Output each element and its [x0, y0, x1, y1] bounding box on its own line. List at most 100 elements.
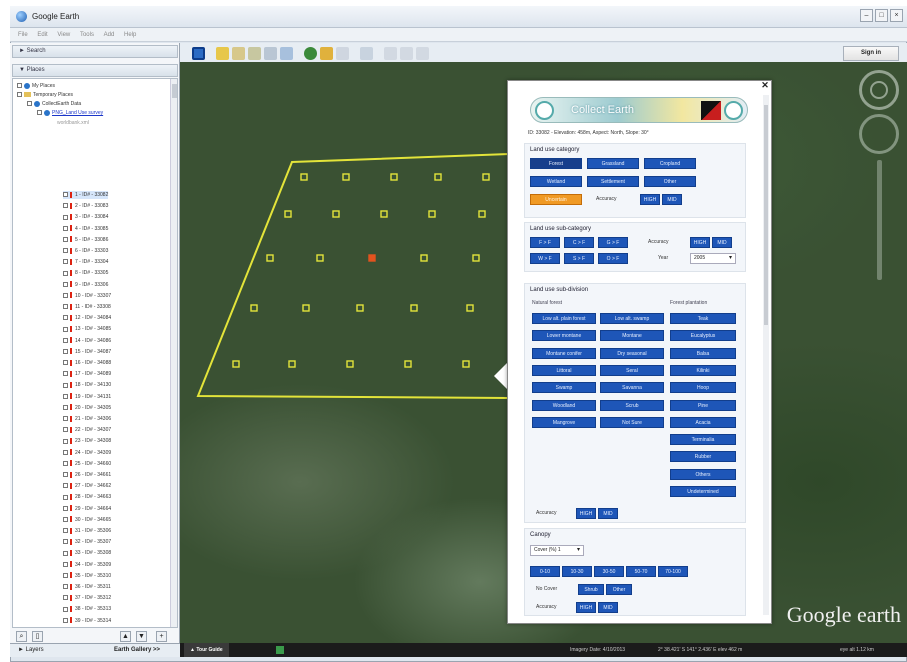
checkbox-icon[interactable] — [63, 539, 68, 545]
checkbox-icon[interactable] — [63, 483, 68, 489]
canopy-accuracy-high[interactable]: HIGH — [576, 602, 596, 613]
plot-list-item[interactable]: 6 - ID# - 33303 — [63, 247, 108, 255]
natural-forest-button[interactable]: Woodland — [532, 399, 596, 411]
view-in-maps-icon[interactable] — [416, 47, 429, 60]
forest-plantation-button[interactable]: Balsa — [670, 347, 736, 359]
canopy-other-button[interactable]: Other — [606, 584, 632, 595]
planets-icon[interactable] — [336, 47, 349, 60]
plot-list-item[interactable]: 13 - ID# - 34085 — [63, 325, 111, 333]
sample-point[interactable] — [368, 254, 376, 262]
natural-forest-button[interactable]: Mangrove — [532, 416, 596, 428]
sample-point[interactable] — [482, 173, 490, 181]
checkbox-icon[interactable] — [63, 304, 68, 310]
plot-list-item[interactable]: 27 - ID# - 34662 — [63, 482, 111, 490]
add-folder-icon[interactable]: + — [156, 631, 167, 642]
subcategory-wf-button[interactable]: W > F — [530, 253, 560, 264]
canopy-shrub-button[interactable]: Shrub — [578, 584, 604, 595]
checkbox-icon[interactable] — [63, 606, 68, 612]
checkbox-icon[interactable] — [63, 225, 68, 231]
checkbox-icon[interactable] — [17, 83, 22, 89]
checkbox-icon[interactable] — [63, 281, 68, 287]
plot-list-item[interactable]: 34 - ID# - 35309 — [63, 561, 111, 569]
checkbox-icon[interactable] — [63, 449, 68, 455]
checkbox-icon[interactable] — [63, 404, 68, 410]
sample-point[interactable] — [316, 254, 324, 262]
forest-plantation-button[interactable]: Rubber — [670, 451, 736, 463]
plot-list-item[interactable]: 3 - ID# - 33084 — [63, 213, 108, 221]
subdivision-accuracy-high[interactable]: HIGH — [576, 508, 596, 519]
category-forest-button[interactable]: Forest — [530, 158, 582, 169]
natural-forest-button[interactable]: Scrub — [600, 399, 664, 411]
plot-list-item[interactable]: 8 - ID# - 33305 — [63, 269, 108, 277]
plot-list-item[interactable]: 29 - ID# - 34664 — [63, 505, 111, 513]
plot-list-item[interactable]: 1 - ID# - 33082 — [63, 191, 109, 199]
hide-sidebar-icon[interactable] — [192, 47, 205, 60]
sample-point[interactable] — [302, 304, 310, 312]
plot-list-item[interactable]: 24 - ID# - 34309 — [63, 449, 111, 457]
checkbox-icon[interactable] — [63, 382, 68, 388]
record-tour-icon[interactable] — [280, 47, 293, 60]
checkbox-icon[interactable] — [63, 326, 68, 332]
plot-list-item[interactable]: 25 - ID# - 34660 — [63, 460, 111, 468]
checkbox-icon[interactable] — [63, 203, 68, 209]
checkbox-icon[interactable] — [63, 550, 68, 556]
sign-in-button[interactable]: Sign in — [843, 46, 899, 61]
add-placemark-icon[interactable] — [216, 47, 229, 60]
sample-point[interactable] — [346, 360, 354, 368]
forest-plantation-button[interactable]: Hoop — [670, 382, 736, 394]
add-path-icon[interactable] — [248, 47, 261, 60]
checkbox-icon[interactable] — [63, 315, 68, 321]
plot-list-item[interactable]: 14 - ID# - 34086 — [63, 337, 111, 345]
plot-list-item[interactable]: 30 - ID# - 34665 — [63, 516, 111, 524]
category-accuracy-high[interactable]: HIGH — [640, 194, 660, 205]
scrollbar-thumb[interactable] — [764, 105, 768, 325]
category-settlement-button[interactable]: Settlement — [587, 176, 639, 187]
checkbox-icon[interactable] — [63, 259, 68, 265]
plot-list-item[interactable]: 18 - ID# - 34130 — [63, 381, 111, 389]
checkbox-icon[interactable] — [63, 427, 68, 433]
zoom-slider[interactable] — [877, 160, 882, 280]
plot-list-item[interactable]: 20 - ID# - 34305 — [63, 404, 111, 412]
category-accuracy-mid[interactable]: MID — [662, 194, 682, 205]
plot-list-item[interactable]: 37 - ID# - 35312 — [63, 594, 111, 602]
sample-point[interactable] — [356, 304, 364, 312]
natural-forest-button[interactable]: Montane conifer — [532, 347, 596, 359]
sample-point[interactable] — [390, 173, 398, 181]
checkbox-icon[interactable] — [63, 472, 68, 478]
tree-png-land-use-survey[interactable]: PNG_Land Use survey — [37, 109, 103, 117]
category-uncertain-button[interactable]: Uncertain — [530, 194, 582, 205]
canopy-range-button[interactable]: 70-100 — [658, 566, 688, 577]
plot-list-item[interactable]: 38 - ID# - 35313 — [63, 605, 111, 613]
subcategory-ff-button[interactable]: F > F — [530, 237, 560, 248]
sample-point[interactable] — [288, 360, 296, 368]
plot-list-item[interactable]: 7 - ID# - 33304 — [63, 258, 108, 266]
checkbox-icon[interactable] — [63, 494, 68, 500]
forest-plantation-button[interactable]: Kilinki — [670, 364, 736, 376]
plot-list-item[interactable]: 19 - ID# - 34131 — [63, 393, 111, 401]
close-window-button[interactable]: × — [890, 9, 903, 22]
sample-point[interactable] — [420, 254, 428, 262]
look-joystick[interactable] — [870, 81, 888, 99]
canopy-cover-select[interactable]: Cover (%) 1 — [530, 545, 584, 556]
checkbox-icon[interactable] — [17, 92, 22, 98]
canopy-range-button[interactable]: 50-70 — [626, 566, 656, 577]
balloon-scrollbar[interactable] — [763, 95, 769, 615]
sample-point[interactable] — [478, 210, 486, 218]
plot-list-item[interactable]: 9 - ID# - 33306 — [63, 281, 108, 289]
sample-point[interactable] — [472, 254, 480, 262]
plot-list-item[interactable]: 4 - ID# - 33085 — [63, 225, 108, 233]
menu-file[interactable]: File — [18, 28, 28, 42]
scrollbar-thumb[interactable] — [172, 84, 177, 98]
category-wetland-button[interactable]: Wetland — [530, 176, 582, 187]
email-icon[interactable] — [384, 47, 397, 60]
close-balloon-button[interactable]: ✕ — [760, 80, 770, 90]
ruler-icon[interactable] — [360, 47, 373, 60]
tree-my-places[interactable]: My Places — [17, 82, 55, 90]
plot-list-item[interactable]: 26 - ID# - 34661 — [63, 471, 111, 479]
earth-gallery-button[interactable]: Earth Gallery >> — [114, 644, 160, 656]
plot-list-item[interactable]: 15 - ID# - 34087 — [63, 348, 111, 356]
forest-plantation-button[interactable]: Teak — [670, 313, 736, 324]
checkbox-icon[interactable] — [63, 214, 68, 220]
move-up-icon[interactable]: ▲ — [120, 631, 131, 642]
streetview-icon[interactable] — [276, 646, 284, 654]
